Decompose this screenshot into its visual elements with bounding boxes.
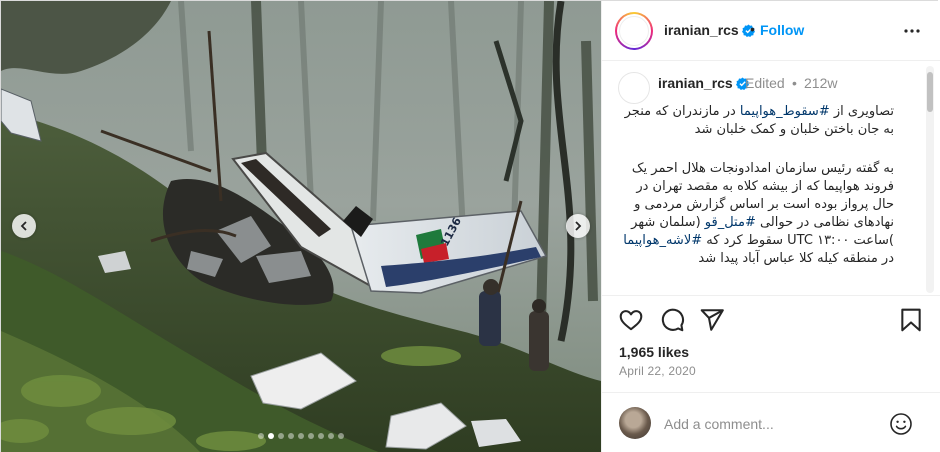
- chevron-left-icon: [20, 221, 27, 231]
- carousel-dot: [298, 433, 304, 439]
- red-crescent-icon: [629, 81, 636, 95]
- like-button[interactable]: [618, 307, 644, 333]
- post-age[interactable]: 212w: [804, 75, 837, 91]
- share-button[interactable]: [699, 307, 725, 333]
- carousel-dot: [318, 433, 324, 439]
- caption-username[interactable]: iranian_rcs: [658, 75, 749, 91]
- current-user-avatar: [619, 407, 651, 439]
- post-date[interactable]: April 22, 2020: [619, 364, 696, 378]
- header-username[interactable]: iranian_rcs: [664, 22, 755, 38]
- post-side-panel: iranian_rcs • Follow iranian_rcs Edited …: [601, 1, 940, 452]
- edited-label: Edited: [745, 75, 785, 91]
- carousel-dot: [278, 433, 284, 439]
- post-media[interactable]: 1136: [1, 1, 601, 452]
- post-photo: 1136: [1, 1, 601, 452]
- scrollbar-thumb[interactable]: [927, 72, 933, 112]
- caption-username-text[interactable]: iranian_rcs: [658, 75, 733, 91]
- header-separator: •: [750, 21, 755, 37]
- carousel-dot: [308, 433, 314, 439]
- caption-paragraph-1: تصاویری از #سقوط_هواپیما در مازندران که …: [618, 103, 894, 139]
- carousel-indicator: [1, 433, 601, 439]
- caption-area[interactable]: iranian_rcs Edited • 212w تصاویری از #سق…: [602, 62, 940, 296]
- emoji-icon: [890, 413, 912, 435]
- comment-icon: [661, 308, 685, 332]
- chevron-right-icon: [575, 221, 582, 231]
- caption-text: تصاویری از: [829, 104, 894, 119]
- comment-button[interactable]: [659, 307, 685, 333]
- carousel-next-button[interactable]: [566, 214, 590, 238]
- hashtag-link[interactable]: #متل_قو: [705, 215, 756, 230]
- more-options-button[interactable]: [900, 19, 924, 43]
- more-icon: [904, 29, 920, 33]
- carousel-dot: [268, 433, 274, 439]
- caption-text: در منطقه کیله کلا عباس آباد پیدا شد: [698, 251, 894, 266]
- caption-avatar[interactable]: [618, 72, 650, 104]
- like-count[interactable]: 1,965 likes: [619, 344, 689, 360]
- share-icon: [700, 309, 724, 331]
- post-actions: [602, 307, 940, 337]
- carousel-dot: [338, 433, 344, 439]
- profile-avatar[interactable]: [615, 12, 653, 50]
- carousel-dot: [328, 433, 334, 439]
- caption-paragraph-2: به گفته رئیس سازمان امدادونجات هلال احمر…: [618, 160, 894, 268]
- post-header: iranian_rcs • Follow: [602, 1, 940, 61]
- bookmark-icon: [901, 308, 921, 332]
- carousel-dot: [258, 433, 264, 439]
- post-modal: 1136 iranian_rcs • Follow iranian_rcs Ed…: [0, 0, 940, 452]
- emoji-button[interactable]: [889, 412, 913, 436]
- comment-input[interactable]: [664, 414, 874, 434]
- caption-separator: •: [792, 75, 797, 91]
- hashtag-link[interactable]: #لاشه_هواپیما: [623, 233, 702, 248]
- save-button[interactable]: [898, 307, 924, 333]
- carousel-dot: [288, 433, 294, 439]
- caption-scrollbar[interactable]: [926, 66, 934, 293]
- header-username-text[interactable]: iranian_rcs: [664, 22, 739, 38]
- hashtag-link[interactable]: #سقوط_هواپیما: [740, 104, 830, 119]
- red-crescent-logo: [619, 16, 649, 46]
- heart-icon: [619, 310, 643, 331]
- follow-button[interactable]: Follow: [760, 22, 804, 38]
- add-comment-bar: [602, 392, 940, 452]
- carousel-prev-button[interactable]: [12, 214, 36, 238]
